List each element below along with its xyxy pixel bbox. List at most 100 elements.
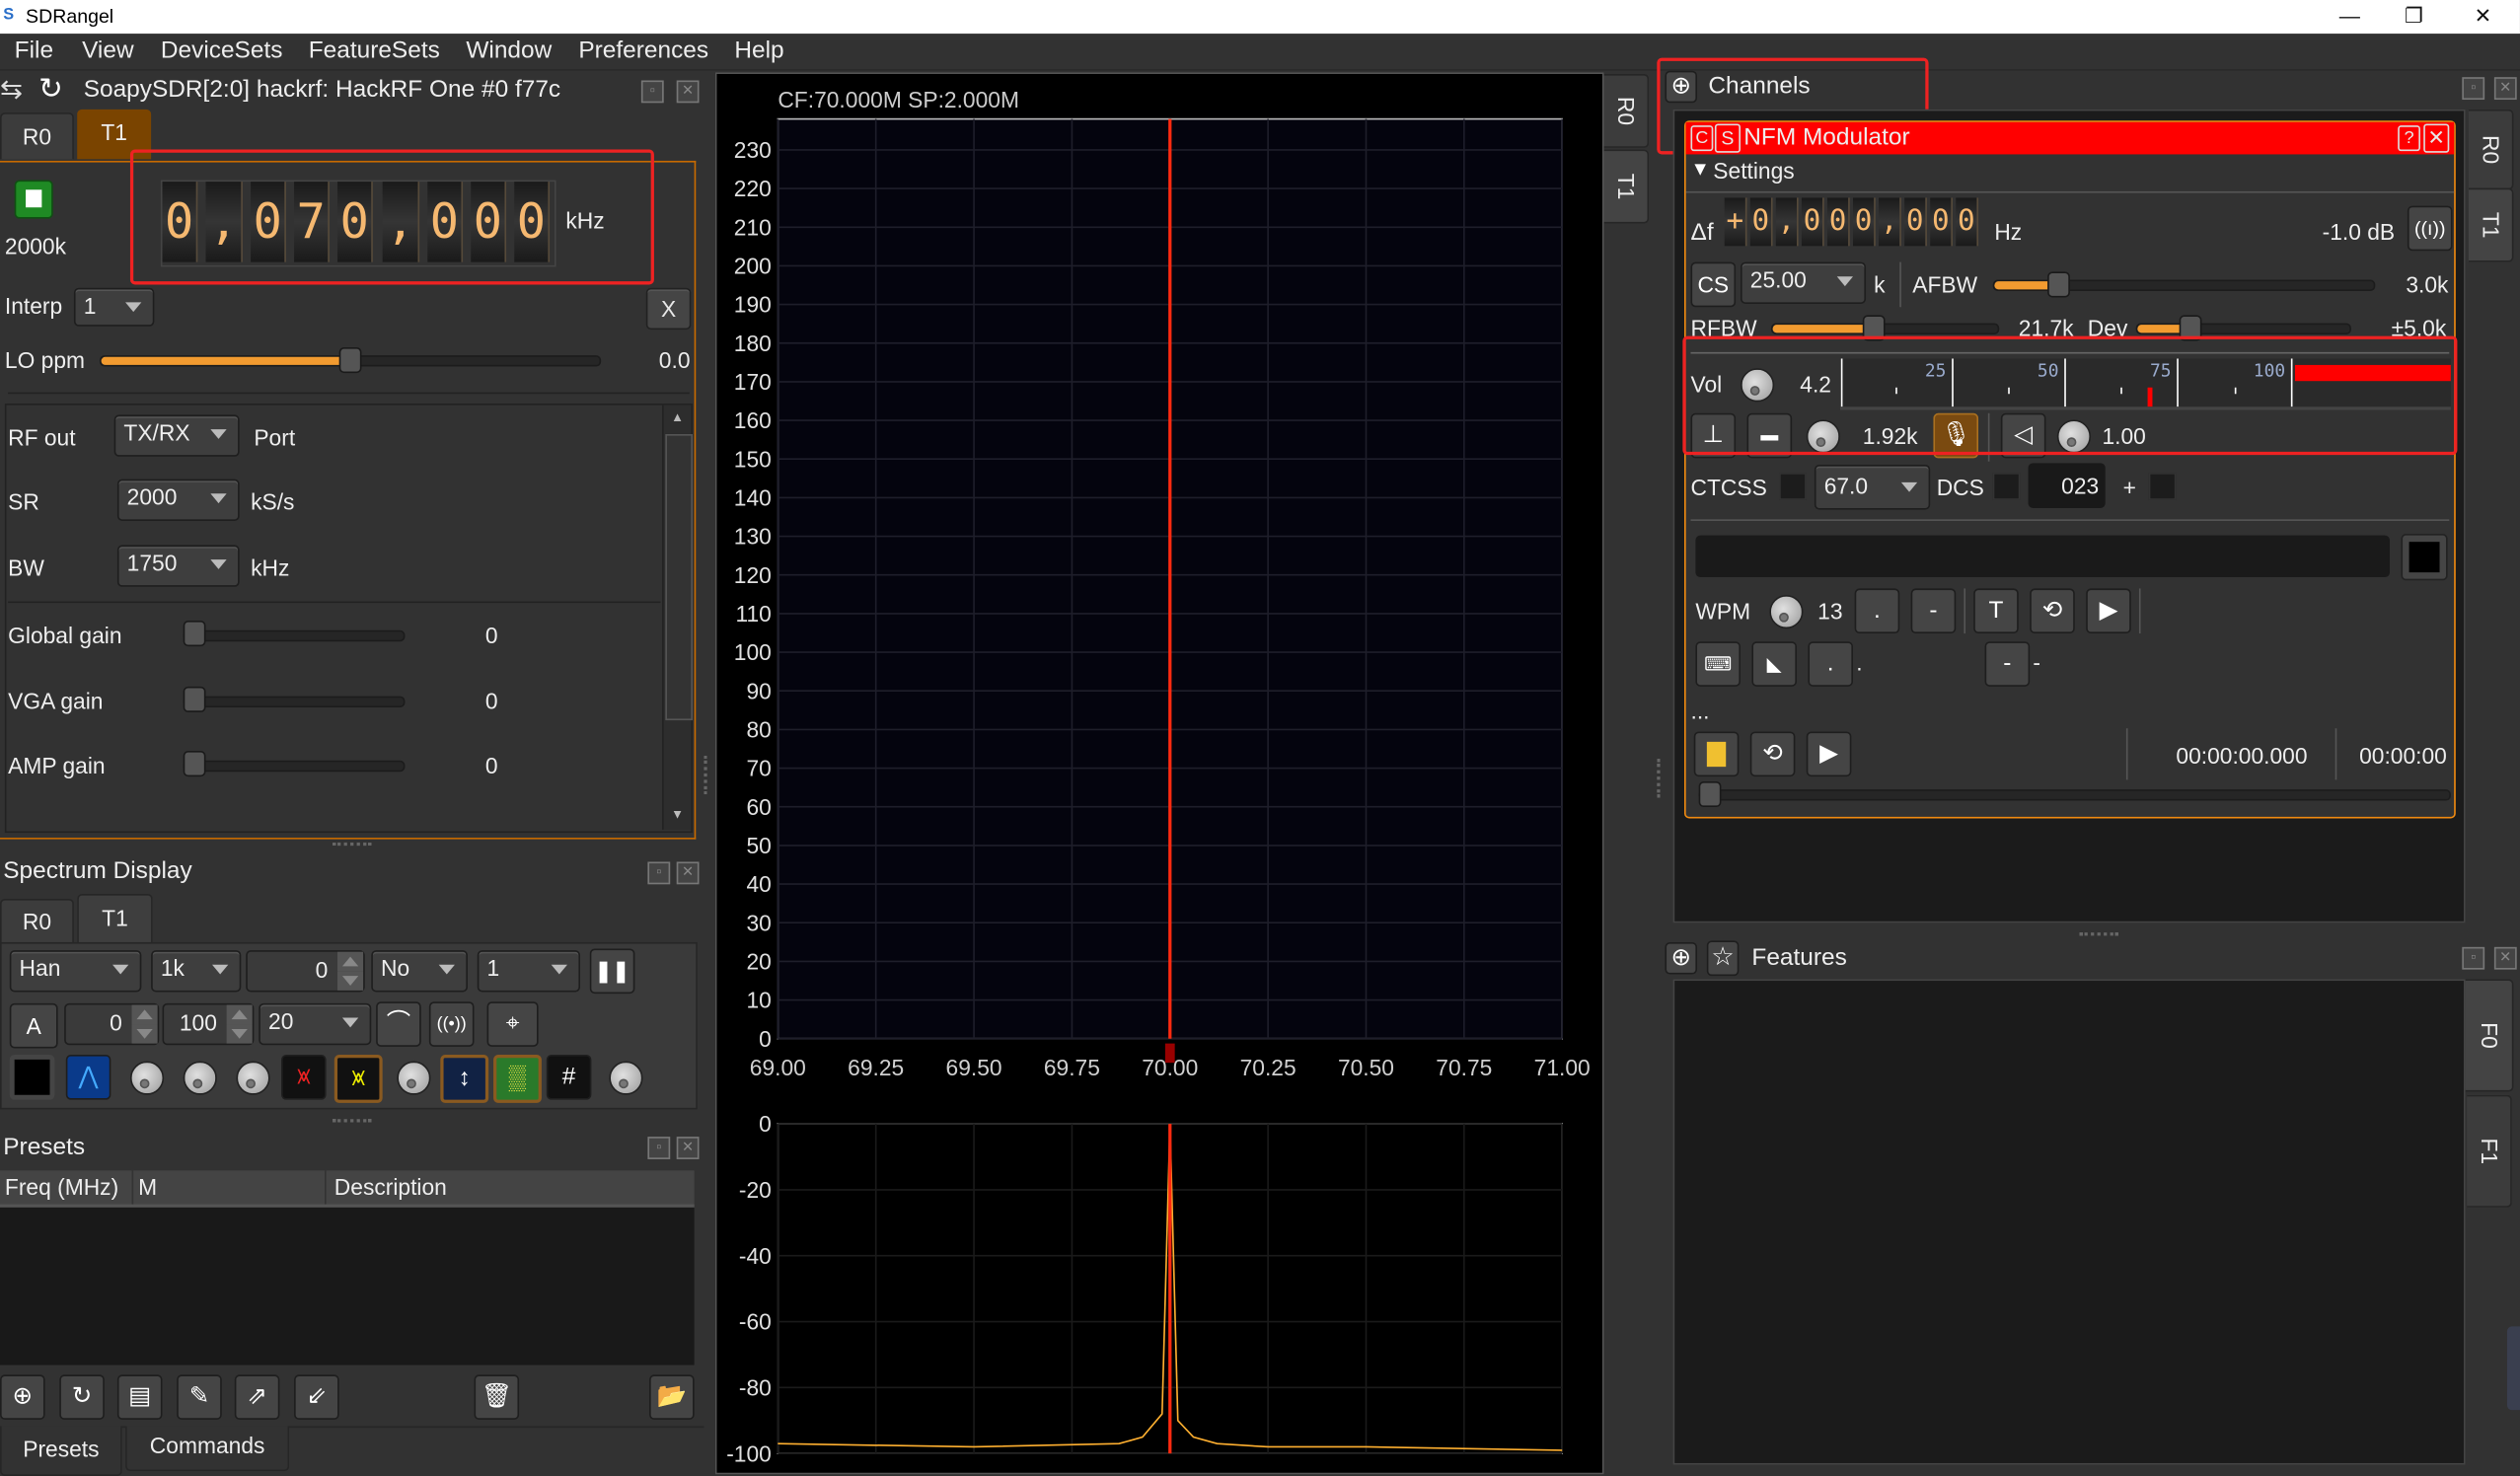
scrollbar[interactable]: ▲ ▼ <box>662 405 694 830</box>
dot-key-button[interactable]: . <box>1808 641 1854 687</box>
load-icon[interactable]: 📂 <box>649 1374 695 1420</box>
bottom-tab-commands[interactable]: Commands <box>125 1426 290 1472</box>
grid-icon[interactable]: # <box>546 1055 592 1100</box>
float-icon[interactable]: ▫ <box>2462 77 2485 101</box>
trace-intensity-knob[interactable] <box>397 1061 431 1095</box>
max-hold-icon[interactable]: ⩙ <box>281 1055 327 1100</box>
window-function-select[interactable]: Han <box>9 950 142 993</box>
spin-up-icon[interactable] <box>131 1004 158 1025</box>
import-icon[interactable]: ⇙ <box>294 1374 339 1420</box>
minimize-button[interactable]: — <box>2318 3 2382 27</box>
open-file-icon[interactable]: ▇ <box>1693 731 1740 777</box>
dash-button[interactable]: - <box>1910 588 1957 634</box>
spin-down-icon[interactable] <box>131 1024 158 1044</box>
dcs-positive-checkbox[interactable] <box>2148 473 2177 500</box>
start-stop-button[interactable] <box>14 180 53 219</box>
amp-gain-slider-handle[interactable] <box>183 751 206 777</box>
text-mode-button[interactable]: T <box>1973 588 2019 634</box>
spectrum-tab-t1[interactable]: T1 <box>77 894 153 944</box>
swap-icon[interactable]: ⇆ <box>0 74 23 107</box>
dot-button[interactable]: . <box>1854 588 1900 634</box>
add-feature-icon[interactable]: ⊕ <box>1665 941 1698 975</box>
update-preset-icon[interactable]: ↻ <box>59 1374 105 1420</box>
dock-close-icon[interactable]: ✕ <box>676 80 700 104</box>
help-icon[interactable]: ? <box>2398 125 2420 152</box>
histogram-icon[interactable]: ▒ <box>493 1055 542 1103</box>
channels-side-tab-r0[interactable]: R0 <box>2468 109 2514 190</box>
vga-gain-slider-handle[interactable] <box>183 686 206 712</box>
splitter-handle[interactable] <box>333 842 372 850</box>
pause-icon[interactable]: ❚❚ <box>589 948 635 995</box>
ctcss-checkbox[interactable] <box>1779 473 1807 500</box>
decay-knob[interactable] <box>129 1061 165 1095</box>
channel-spacing-button[interactable]: CS <box>1690 261 1737 308</box>
scroll-down-icon[interactable]: ▼ <box>665 804 689 827</box>
menu-file[interactable]: File <box>15 37 53 64</box>
dash-key-button[interactable]: - <box>1984 641 2031 687</box>
spectrum-tab-r0[interactable]: R0 <box>0 898 74 944</box>
menu-view[interactable]: View <box>82 37 134 64</box>
device-tab-r0[interactable]: R0 <box>0 112 74 160</box>
float-icon[interactable]: ▫ <box>647 1137 671 1159</box>
df-sign[interactable]: + <box>1724 197 1747 247</box>
df-digit[interactable]: 0 <box>1801 197 1824 247</box>
file-seek-slider[interactable] <box>1698 789 2451 801</box>
float-icon[interactable]: ▫ <box>647 861 671 885</box>
dock-close-icon[interactable]: ✕ <box>2493 946 2517 970</box>
spectrum-chart[interactable]: 69.00 69.25 69.50 69.75 70.00 70.25 70.50 70.75… <box>716 74 1601 1473</box>
dock-close-icon[interactable]: ✕ <box>676 861 700 885</box>
collapse-triangle-icon[interactable]: ▼ <box>1690 158 1709 181</box>
channels-side-tab-t1[interactable]: T1 <box>2468 187 2514 262</box>
ctcss-select[interactable]: 67.0 <box>1814 464 1931 510</box>
close-icon[interactable]: ✕ <box>2423 123 2450 153</box>
edit-icon[interactable]: ✎ <box>177 1374 222 1420</box>
stroke-knob[interactable] <box>236 1061 270 1095</box>
settings-label[interactable]: Settings <box>1713 158 1794 184</box>
spectrum-side-tab-r0[interactable]: R0 <box>1603 73 1650 148</box>
menu-help[interactable]: Help <box>734 37 783 64</box>
fft-overlap-spinbox[interactable]: 0 <box>246 950 365 993</box>
restore-button[interactable]: ❐ <box>2382 3 2446 29</box>
dev-slider[interactable] <box>2135 323 2351 334</box>
float-icon[interactable]: ▫ <box>640 80 664 104</box>
menu-window[interactable]: Window <box>466 37 552 64</box>
splitter-handle[interactable] <box>1657 759 1665 798</box>
averaging-select[interactable]: 1 <box>477 950 580 993</box>
splitter-handle[interactable] <box>704 755 711 795</box>
file-seek-slider-handle[interactable] <box>1698 780 1722 808</box>
file-play-icon[interactable]: ▶ <box>1806 731 1852 777</box>
morse-key-icon[interactable]: ◣ <box>1751 641 1797 687</box>
dock-close-icon[interactable]: ✕ <box>676 1137 700 1159</box>
df-digit[interactable]: 0 <box>1853 197 1876 247</box>
df-digit[interactable]: 0 <box>1904 197 1927 247</box>
spin-down-icon[interactable] <box>337 971 364 991</box>
column-header-description[interactable]: Description <box>334 1174 447 1200</box>
channel-marker-button[interactable]: C <box>1690 125 1714 152</box>
vga-gain-slider[interactable] <box>183 696 406 708</box>
features-side-tab-f0[interactable]: F0 <box>2465 979 2514 1092</box>
broadcast-icon[interactable]: ((•)) <box>428 1001 475 1047</box>
spin-up-icon[interactable] <box>337 951 364 972</box>
df-digit[interactable]: 0 <box>1930 197 1953 247</box>
crosshair-icon[interactable]: ⌖ <box>486 1001 539 1047</box>
dcs-checkbox[interactable] <box>1992 473 2021 500</box>
spin-down-icon[interactable] <box>226 1024 253 1044</box>
clear-button[interactable]: X <box>645 287 692 331</box>
close-button[interactable]: ✕ <box>2451 3 2515 29</box>
play-icon[interactable]: ▶ <box>2086 588 2131 634</box>
save-icon[interactable]: ▤ <box>116 1374 163 1420</box>
decay-divisor-knob[interactable] <box>183 1061 217 1095</box>
spin-up-icon[interactable] <box>226 1004 253 1025</box>
menu-featuresets[interactable]: FeatureSets <box>309 37 440 64</box>
global-gain-slider-handle[interactable] <box>183 621 206 647</box>
lo-ppm-slider-handle[interactable] <box>338 346 362 374</box>
antenna-icon[interactable]: ((ı)) <box>2407 205 2453 252</box>
ref-level-spinbox[interactable]: 0 <box>64 1002 160 1046</box>
stream-select-button[interactable]: S <box>1714 123 1741 153</box>
averaging-mode-select[interactable]: No <box>371 950 468 993</box>
bw-select[interactable]: 1750 <box>116 545 240 587</box>
grid-intensity-knob[interactable] <box>609 1061 643 1095</box>
wpm-knob[interactable] <box>1769 594 1804 629</box>
afbw-slider-handle[interactable] <box>2047 271 2071 298</box>
sr-select[interactable]: 2000 <box>116 479 240 521</box>
